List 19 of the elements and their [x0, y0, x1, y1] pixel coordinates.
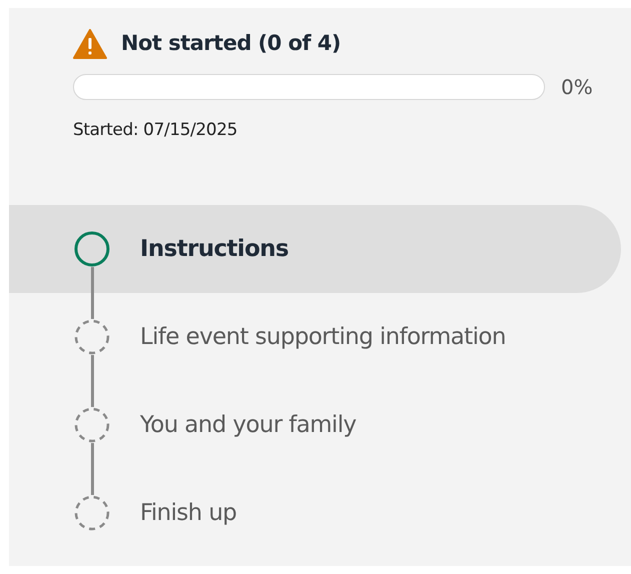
pending-step-icon [74, 407, 110, 443]
started-date: Started: 07/15/2025 [73, 118, 238, 142]
status-title: Not started (0 of 4) [121, 30, 341, 57]
pending-step-icon [74, 319, 110, 355]
connector-line [91, 267, 94, 319]
step-label: You and your family [140, 410, 356, 440]
pending-step-icon [74, 495, 110, 531]
step-item[interactable]: You and your family [9, 381, 621, 469]
current-step-icon [74, 231, 110, 267]
step-label: Finish up [140, 498, 237, 528]
connector-line [91, 443, 94, 495]
step-label: Life event supporting information [140, 322, 506, 352]
step-item[interactable]: Instructions [9, 205, 621, 293]
warning-icon [73, 28, 107, 59]
step-item[interactable]: Finish up [9, 469, 621, 557]
connector-line [91, 355, 94, 407]
step-item[interactable]: Life event supporting information [9, 293, 621, 381]
progress-percent: 0% [561, 74, 593, 100]
step-label: Instructions [140, 234, 289, 264]
